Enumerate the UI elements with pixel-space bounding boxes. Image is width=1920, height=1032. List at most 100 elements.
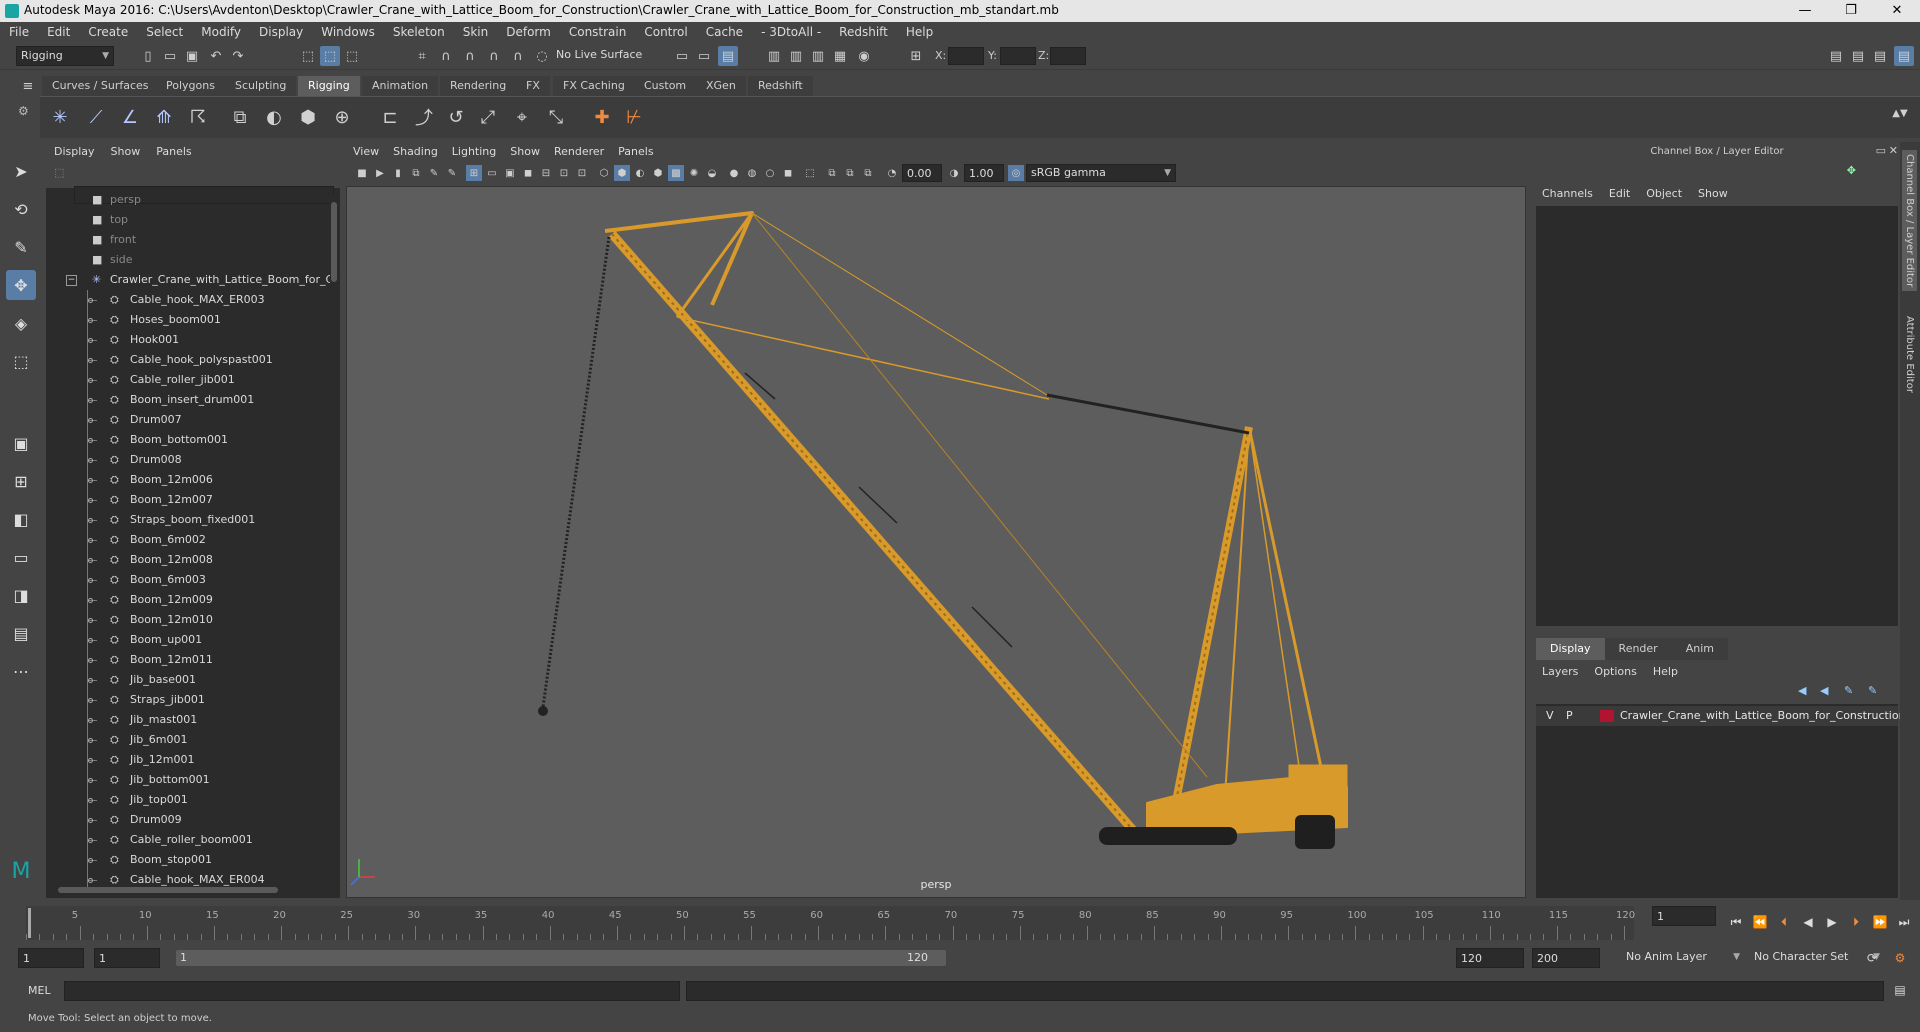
viewport-menu-panels[interactable]: Panels	[611, 142, 660, 162]
paint-select-icon[interactable]: ✎	[6, 232, 36, 262]
camera-attributes-icon[interactable]: ▶	[372, 165, 388, 181]
ik-spline-icon[interactable]: ∠	[116, 103, 144, 131]
scale-tool-icon[interactable]: ⬚	[6, 346, 36, 376]
wireframe-on-shaded-icon[interactable]: ⬢	[650, 165, 666, 181]
list-item[interactable]: ⛭ Jib_base001	[46, 670, 332, 690]
expand-dot-icon[interactable]	[88, 638, 93, 643]
make-live-icon[interactable]: ◌	[532, 46, 552, 66]
aim-constraint-icon[interactable]: ⌖	[508, 103, 536, 131]
expand-dot-icon[interactable]	[88, 598, 93, 603]
expand-dot-icon[interactable]	[88, 358, 93, 363]
list-item[interactable]: ⛭ Hoses_boom001	[46, 310, 332, 330]
script-editor-icon[interactable]: ▤	[1890, 980, 1910, 1000]
field-chart-icon[interactable]: ⊟	[538, 165, 554, 181]
auto-key-icon[interactable]: ⟳	[1862, 948, 1882, 968]
bookmark-icon[interactable]: ▮	[390, 165, 406, 181]
list-item[interactable]: ⛭ Cable_roller_boom001	[46, 830, 332, 850]
resolution-gate-icon[interactable]: ▣	[502, 165, 518, 181]
close-button[interactable]: ✕	[1874, 0, 1920, 22]
shadows-icon[interactable]: ◒	[704, 165, 720, 181]
exposure-icon[interactable]: ◔	[884, 165, 900, 181]
shelf-options-icon[interactable]: ⚙	[18, 104, 29, 118]
menu-help[interactable]: Help	[897, 22, 942, 42]
tab-anim[interactable]: Anim	[1671, 638, 1728, 660]
list-item[interactable]: ⛭ Cable_hook_polyspast001	[46, 350, 332, 370]
tab-rigging[interactable]: Rigging	[298, 76, 360, 96]
expand-dot-icon[interactable]	[88, 618, 93, 623]
close-panel-icon[interactable]: ✕	[1889, 144, 1898, 157]
expand-dot-icon[interactable]	[88, 298, 93, 303]
mel-label[interactable]: MEL	[28, 984, 51, 997]
bind-skin-icon[interactable]: ⧉	[226, 103, 254, 131]
quick-rig-icon[interactable]: ☈	[184, 103, 212, 131]
expand-dot-icon[interactable]	[88, 758, 93, 763]
xray-components-icon[interactable]: ⧉	[860, 165, 876, 181]
render-settings-icon[interactable]: ▦	[830, 46, 850, 66]
color-management-icon[interactable]: ◎	[1008, 165, 1024, 181]
use-all-lights-icon[interactable]: ✺	[686, 165, 702, 181]
color-space-dropdown[interactable]: sRGB gamma ▼	[1026, 164, 1176, 182]
point-constraint-icon[interactable]: ⤴	[410, 103, 438, 131]
hypershade-layout-icon[interactable]: ▤	[6, 618, 36, 648]
snap-surface-icon[interactable]: ∩	[484, 46, 504, 66]
pole-vector-icon[interactable]: ⤡	[542, 103, 570, 131]
remove-attr-icon[interactable]: ⊬	[620, 103, 648, 131]
step-forward-key-icon[interactable]: ⏵	[1846, 912, 1866, 932]
output-ops-icon[interactable]: ▭	[694, 46, 714, 66]
expand-dot-icon[interactable]	[88, 858, 93, 863]
expand-dot-icon[interactable]	[88, 478, 93, 483]
graph-layout-icon[interactable]: ▭	[6, 542, 36, 572]
expand-dot-icon[interactable]	[88, 778, 93, 783]
move-layer-down-icon[interactable]: ◀	[1820, 684, 1828, 697]
scale-constraint-icon[interactable]: ⤢	[474, 103, 502, 131]
tool-settings-icon[interactable]: ▤	[1870, 46, 1890, 66]
list-item[interactable]: ⛭ Cable_roller_jib001	[46, 370, 332, 390]
list-item[interactable]: ⛭ Jib_top001	[46, 790, 332, 810]
list-item[interactable]: ⛭ Boom_stop001	[46, 850, 332, 870]
outliner-vertical-scrollbar[interactable]	[330, 194, 338, 884]
range-bar[interactable]: 1 120	[176, 950, 946, 966]
new-layer-icon[interactable]: ✎	[1844, 684, 1853, 697]
list-item[interactable]: ⛭ Boom_12m006	[46, 470, 332, 490]
current-time-marker[interactable]	[28, 908, 31, 938]
smooth-shade-icon[interactable]: ⬢	[614, 165, 630, 181]
redo-icon[interactable]: ↷	[228, 46, 248, 66]
channel-menu-channels[interactable]: Channels	[1534, 184, 1601, 204]
film-gate-icon[interactable]: ▭	[484, 165, 500, 181]
list-item-camera[interactable]: ■ persp	[46, 190, 332, 210]
playback-start-field[interactable]: 1	[94, 948, 160, 968]
use-default-material-icon[interactable]: ◐	[632, 165, 648, 181]
list-item[interactable]: ⛭ Boom_6m002	[46, 530, 332, 550]
tab-xgen[interactable]: XGen	[696, 76, 746, 96]
channel-menu-show[interactable]: Show	[1690, 184, 1736, 204]
list-item[interactable]: ⛭ Boom_12m007	[46, 490, 332, 510]
list-item[interactable]: ⛭ Cable_hook_MAX_ER003	[46, 290, 332, 310]
custom-layout-icon[interactable]: ⋯	[6, 656, 36, 686]
tab-render[interactable]: Render	[1604, 638, 1672, 660]
select-object-icon[interactable]: ⬚	[320, 46, 340, 66]
menu-modify[interactable]: Modify	[192, 22, 250, 42]
anim-layer-dropdown[interactable]: No Anim Layer ▼	[1622, 948, 1744, 968]
list-item[interactable]: ⛭ Boom_bottom001	[46, 430, 332, 450]
expand-dot-icon[interactable]	[88, 418, 93, 423]
side-tab-attribute-editor[interactable]: Attribute Editor	[1902, 312, 1917, 397]
list-item-camera[interactable]: ■ front	[46, 230, 332, 250]
grid-icon[interactable]: ⊞	[466, 165, 482, 181]
collapse-icon[interactable]: −	[66, 275, 77, 286]
preferences-icon[interactable]: ⚙	[1890, 948, 1910, 968]
undo-icon[interactable]: ↶	[206, 46, 226, 66]
viewport-menu-view[interactable]: View	[346, 142, 386, 162]
move-layer-up-icon[interactable]: ◀	[1798, 684, 1806, 697]
modeling-toolkit-icon[interactable]: ▤	[1826, 46, 1846, 66]
menu-deform[interactable]: Deform	[497, 22, 560, 42]
tab-sculpting[interactable]: Sculpting	[225, 76, 297, 96]
timeline-track[interactable]: 5 10 15 20 25 30 35 40 45 50 55 60 65 70 75 80 85 90 95 100…	[26, 906, 1635, 940]
maximize-button[interactable]: ❐	[1828, 0, 1874, 22]
expand-dot-icon[interactable]	[88, 438, 93, 443]
expand-dot-icon[interactable]	[88, 698, 93, 703]
list-item[interactable]: ⛭ Boom_6m003	[46, 570, 332, 590]
snap-view-icon[interactable]: ∩	[508, 46, 528, 66]
menu-select[interactable]: Select	[137, 22, 192, 42]
list-item[interactable]: ⛭ Straps_boom_fixed001	[46, 510, 332, 530]
step-back-key-icon[interactable]: ⏴	[1774, 912, 1794, 932]
